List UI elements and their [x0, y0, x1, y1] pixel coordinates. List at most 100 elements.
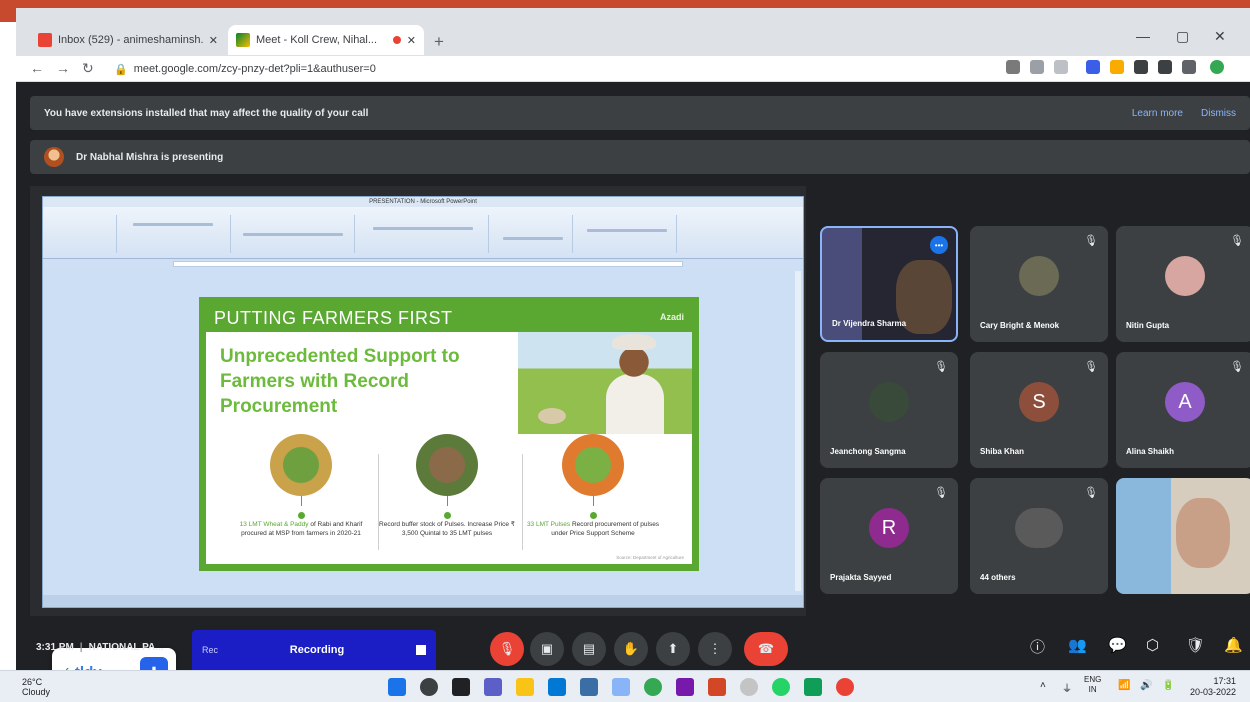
file-explorer-icon[interactable]	[516, 678, 534, 696]
tab-meet[interactable]: Meet - Koll Crew, Nihal... ✕	[228, 25, 424, 55]
meeting-time: 3:31 PM	[36, 642, 74, 653]
weather-temp: 26°C	[22, 677, 43, 687]
language-indicator[interactable]: ENG IN	[1084, 675, 1101, 695]
mic-off-icon: 🎙	[934, 361, 948, 373]
ppt-status-bar	[43, 595, 803, 607]
ribbon-line	[133, 223, 213, 226]
host-controls-icon[interactable]: 🛡	[1186, 636, 1205, 654]
search-icon[interactable]	[420, 678, 438, 696]
chevron-up-icon[interactable]: ˄	[1040, 680, 1046, 691]
ribbon-group	[577, 215, 677, 253]
onenote-icon[interactable]	[676, 678, 694, 696]
tab-gmail[interactable]: Inbox (529) - animeshaminsh... ✕	[30, 25, 226, 55]
ribbon-group	[493, 215, 573, 253]
weather-text: Cloudy	[22, 687, 51, 697]
avatar	[869, 382, 909, 422]
ppt-title-bar: PRESENTATION - Microsoft PowerPoint	[43, 197, 803, 207]
reload-button[interactable]: ↻	[82, 60, 94, 77]
usb-icon[interactable]: ⏚	[1062, 680, 1072, 695]
close-tab-icon[interactable]: ✕	[209, 34, 218, 47]
avatar: A	[1165, 382, 1205, 422]
powerpoint-window: PRESENTATION - Microsoft PowerPoint PUTT…	[42, 196, 804, 608]
omnibox[interactable]: 🔒 meet.google.com/zcy-pnzy-det?pli=1&aut…	[114, 59, 1004, 79]
bull-figure	[538, 408, 566, 424]
star-icon[interactable]	[1054, 60, 1068, 74]
extension-icon[interactable]: 🔔	[1224, 636, 1243, 654]
chat-app-icon[interactable]	[484, 678, 502, 696]
bullet-stem	[446, 496, 448, 506]
restore-button[interactable]: ▢	[1176, 28, 1189, 45]
camera-icon[interactable]	[1006, 60, 1020, 74]
battery-icon[interactable]: 🔋	[1162, 680, 1174, 691]
participant-name: Jeanchong Sangma	[830, 447, 906, 456]
participant-tile[interactable]: 🎙 44 others	[970, 478, 1108, 594]
wifi-icon[interactable]: 📶	[1118, 680, 1130, 691]
volume-icon[interactable]: 🔊	[1140, 680, 1152, 691]
farmer-photo	[518, 332, 692, 434]
captions-button[interactable]: ▤	[572, 632, 606, 666]
mic-button[interactable]: 🎙	[490, 632, 524, 666]
sidebar-icon[interactable]	[1182, 60, 1196, 74]
learn-more-link[interactable]: Learn more	[1132, 108, 1183, 119]
participant-tile[interactable]: 🎙 Nitin Gupta	[1116, 226, 1250, 342]
app-icon[interactable]	[804, 678, 822, 696]
participant-tile[interactable]: 🎙 R Prajakta Sayyed	[820, 478, 958, 594]
forward-button[interactable]: →	[56, 60, 70, 76]
store-icon[interactable]	[548, 678, 566, 696]
participant-name: Alina Shaikh	[1126, 447, 1175, 456]
whatsapp-icon[interactable]	[772, 678, 790, 696]
app-icon[interactable]	[836, 678, 854, 696]
extension-icon[interactable]	[1110, 60, 1124, 74]
present-button[interactable]: ⬆	[656, 632, 690, 666]
participant-tile[interactable]: 🎙 S Shiba Khan	[970, 352, 1108, 468]
info-icon[interactable]: ⓘ	[1030, 636, 1045, 657]
people-icon[interactable]: 👥	[1068, 636, 1087, 654]
powerpoint-icon[interactable]	[708, 678, 726, 696]
leave-call-button[interactable]: ☎	[744, 632, 788, 666]
raise-hand-button[interactable]: ✋	[614, 632, 648, 666]
bullet-item: 13 LMT Wheat & Paddy of Rabi and Kharif …	[226, 434, 376, 538]
minimize-button[interactable]: —	[1136, 28, 1150, 44]
bullet-text: 13 LMT Wheat & Paddy of Rabi and Kharif …	[239, 521, 363, 537]
chrome-icon[interactable]	[644, 678, 662, 696]
back-button[interactable]: ←	[30, 60, 44, 76]
others-avatars	[1015, 508, 1063, 548]
weather-widget[interactable]: 26°C Cloudy	[22, 677, 50, 697]
stop-recording-icon[interactable]	[416, 645, 426, 655]
camera-button[interactable]: ▣	[530, 632, 564, 666]
more-options-button[interactable]: ⋮	[698, 632, 732, 666]
meeting-name: NATIONAL PA...	[88, 642, 164, 653]
dismiss-button[interactable]: Dismiss	[1201, 108, 1236, 119]
ppt-scrollbar[interactable]	[795, 271, 801, 591]
avatar	[1165, 256, 1205, 296]
app-icon[interactable]	[580, 678, 598, 696]
participant-tile[interactable]: 🎙 Cary Bright & Menok	[970, 226, 1108, 342]
bullet-text: 33 LMT Pulses Record procurement of puls…	[526, 521, 660, 537]
chat-icon[interactable]: 💬	[1108, 636, 1127, 654]
extension-icon[interactable]	[1134, 60, 1148, 74]
slide-header: PUTTING FARMERS FIRST	[206, 304, 692, 332]
share-icon[interactable]	[1030, 60, 1044, 74]
close-window-button[interactable]: ✕	[1214, 28, 1226, 45]
bullet-dot	[589, 512, 597, 519]
participant-tile[interactable]	[1116, 478, 1250, 594]
slide: PUTTING FARMERS FIRST Azadi Unprecedente…	[199, 297, 699, 571]
clock[interactable]: 17:31 20-03-2022	[1190, 676, 1236, 698]
participant-tile[interactable]: ••• Dr Vijendra Sharma	[820, 226, 958, 342]
task-view-icon[interactable]	[452, 678, 470, 696]
slide-bullets: 13 LMT Wheat & Paddy of Rabi and Kharif …	[206, 434, 692, 564]
participant-tile[interactable]: 🎙 A Alina Shaikh	[1116, 352, 1250, 468]
address-toolbar: ← → ↻ 🔒 meet.google.com/zcy-pnzy-det?pli…	[16, 56, 1250, 82]
puzzle-icon[interactable]	[1158, 60, 1172, 74]
recording-dot-icon	[392, 36, 401, 44]
extension-icon[interactable]	[1086, 60, 1100, 74]
app-icon[interactable]	[612, 678, 630, 696]
profile-avatar[interactable]	[1210, 60, 1224, 74]
start-icon[interactable]	[388, 678, 406, 696]
close-tab-icon[interactable]: ✕	[407, 34, 416, 47]
new-tab-button[interactable]: +	[434, 32, 444, 52]
bullet-text: Record buffer stock of Pulses. Increase …	[379, 521, 515, 537]
app-icon[interactable]	[740, 678, 758, 696]
participant-tile[interactable]: 🎙 Jeanchong Sangma	[820, 352, 958, 468]
activities-icon[interactable]: ⬡	[1146, 636, 1159, 654]
